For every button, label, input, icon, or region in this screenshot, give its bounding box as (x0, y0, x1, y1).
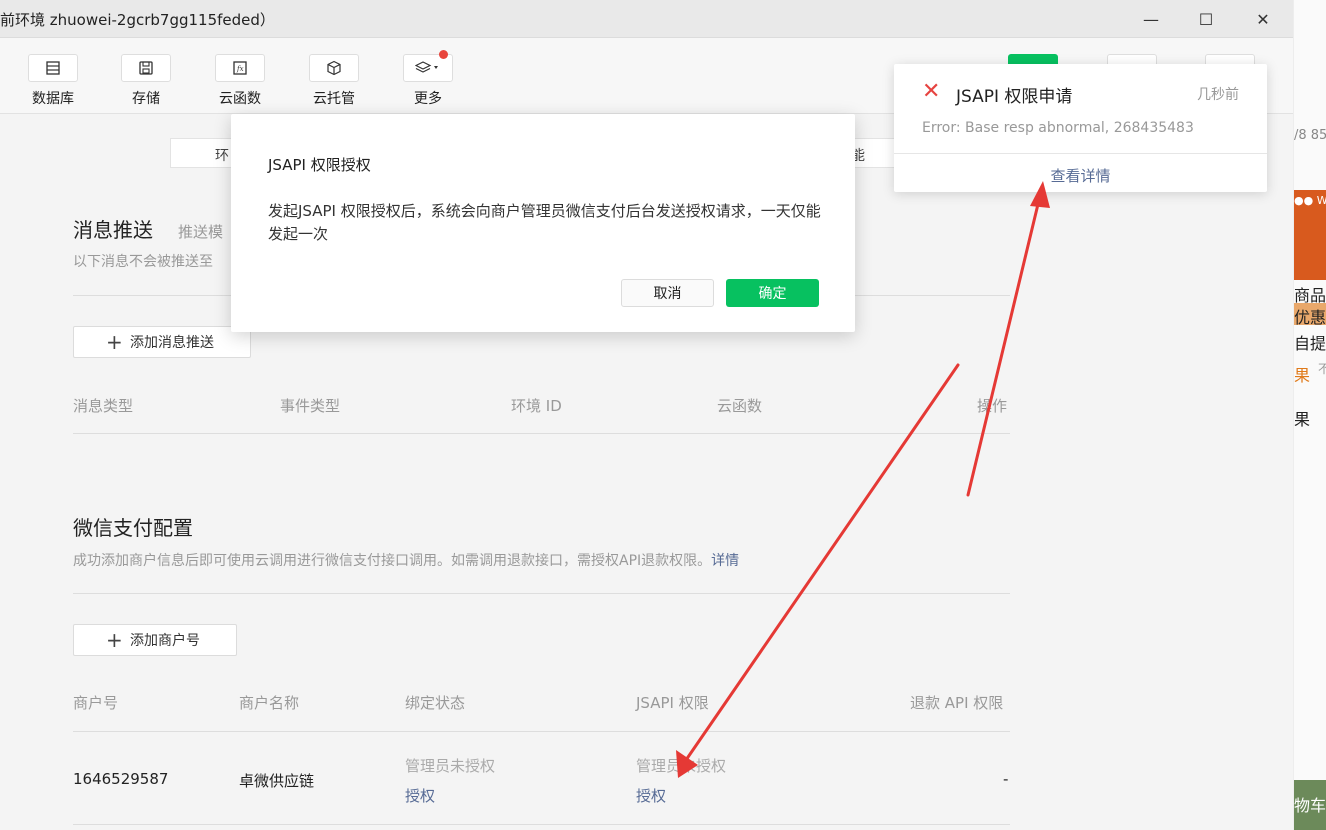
column-header: 云函数 (717, 397, 763, 415)
column-header: 退款 API 权限 (910, 694, 1004, 712)
bg-text: 自提 (1294, 334, 1326, 353)
toolbar-more[interactable]: 更多 (393, 50, 463, 108)
merchant-id: 1646529587 (73, 770, 169, 788)
bind-authorize-link[interactable]: 授权 (405, 785, 435, 806)
error-notification: ✕ JSAPI 权限申请 几秒前 Error: Base resp abnorm… (894, 64, 1267, 192)
maximize-button[interactable]: ☐ (1191, 6, 1221, 32)
toolbar-storage-label: 存储 (132, 91, 160, 107)
tab-left-label: 环 (215, 148, 229, 164)
column-header: 事件类型 (280, 397, 341, 415)
bg-text: /8 85 (1294, 128, 1326, 143)
bg-footer: 物车 (1294, 780, 1326, 830)
bg-text: 果 (1294, 410, 1311, 429)
error-icon: ✕ (922, 79, 941, 104)
title-bar: 前环境 zhuowei-2gcrb7gg115feded） — ☐ ✕ (0, 0, 1293, 38)
toolbar-database-label: 数据库 (32, 91, 74, 107)
toolbar-cloud-function-label: 云函数 (219, 91, 261, 107)
add-merchant-button[interactable]: + 添加商户号 (73, 624, 237, 656)
close-icon: ✕ (1256, 9, 1270, 29)
bg-text: 不 (1318, 362, 1326, 376)
bg-text: 物车 (1294, 796, 1326, 815)
jsapi-authorize-link[interactable]: 授权 (636, 785, 666, 806)
save-icon (121, 54, 171, 82)
divider (73, 593, 1010, 594)
bg-text: ●● We (1294, 194, 1326, 207)
column-header: 商户号 (73, 694, 119, 712)
message-push-title: 消息推送 (73, 218, 153, 242)
plus-icon: + (106, 330, 123, 354)
merchant-name: 卓微供应链 (239, 772, 315, 790)
minimize-button[interactable]: — (1136, 6, 1166, 32)
jsapi-authorize-dialog: JSAPI 权限授权 发起JSAPI 权限授权后，系统会向商户管理员微信支付后台… (231, 114, 855, 332)
details-link[interactable]: 详情 (711, 553, 739, 569)
jsapi-status: 管理员未授权 (636, 757, 727, 775)
window-title: 前环境 zhuowei-2gcrb7gg115feded） (0, 11, 275, 29)
add-merchant-label: 添加商户号 (130, 633, 200, 649)
divider (894, 153, 1267, 154)
layers-icon (403, 50, 453, 82)
bg-text: 果 (1294, 366, 1311, 385)
add-message-push-label: 添加消息推送 (130, 335, 214, 351)
plus-icon: + (106, 628, 123, 652)
refund-api-status: - (1003, 770, 1009, 788)
dialog-body: 发起JSAPI 权限授权后，系统会向商户管理员微信支付后台发送授权请求，一天仅能… (268, 202, 821, 243)
toolbar-cloud-hosting[interactable]: 云托管 (299, 54, 369, 108)
dialog-title: JSAPI 权限授权 (268, 156, 371, 174)
notification-time: 几秒前 (1197, 87, 1239, 103)
notification-title: JSAPI 权限申请 (956, 87, 1073, 107)
toolbar-storage[interactable]: 存储 (111, 54, 181, 108)
divider (73, 433, 1010, 434)
bg-banner: ●● We (1294, 190, 1326, 280)
message-push-desc: 以下消息不会被推送至 (73, 254, 213, 270)
minimize-icon: — (1143, 9, 1159, 29)
svg-text:fx: fx (236, 65, 244, 73)
message-push-subtitle: 推送模 (178, 223, 224, 241)
function-icon: fx (215, 54, 265, 82)
divider (73, 731, 1010, 732)
toolbar-cloud-hosting-label: 云托管 (313, 91, 355, 107)
wechat-pay-desc: 成功添加商户信息后即可使用云调用进行微信支付接口调用。如需调用退款接口，需授权A… (73, 550, 739, 570)
add-message-push-button[interactable]: + 添加消息推送 (73, 326, 251, 358)
toolbar-more-label: 更多 (414, 91, 442, 107)
divider (73, 824, 1010, 825)
column-header: 操作 (977, 397, 1008, 415)
column-header: 商户名称 (239, 694, 300, 712)
notification-error: Error: Base resp abnormal, 268435483 (922, 120, 1194, 136)
confirm-button[interactable]: 确定 (726, 279, 819, 307)
column-header: 环境 ID (511, 397, 562, 415)
cancel-button[interactable]: 取消 (621, 279, 714, 307)
column-header: 消息类型 (73, 397, 134, 415)
notification-dot (439, 50, 448, 59)
column-header: JSAPI 权限 (636, 694, 709, 712)
column-header: 绑定状态 (405, 694, 466, 712)
view-details-link[interactable]: 查看详情 (894, 165, 1267, 186)
cube-icon (309, 54, 359, 82)
background-app-fragment: /8 85 ●● We 商品 优惠 自提 果 不 果 物车 (1294, 0, 1326, 830)
close-window-button[interactable]: ✕ (1248, 6, 1278, 32)
bg-text: 优惠 (1294, 308, 1326, 327)
toolbar-database[interactable]: 数据库 (18, 54, 88, 108)
maximize-icon: ☐ (1198, 9, 1214, 29)
toolbar-cloud-function[interactable]: fx 云函数 (205, 54, 275, 108)
database-icon (28, 54, 78, 82)
bind-status: 管理员未授权 (405, 757, 496, 775)
wechat-pay-title: 微信支付配置 (73, 516, 193, 540)
wechat-pay-desc-text: 成功添加商户信息后即可使用云调用进行微信支付接口调用。如需调用退款接口，需授权A… (73, 553, 712, 569)
